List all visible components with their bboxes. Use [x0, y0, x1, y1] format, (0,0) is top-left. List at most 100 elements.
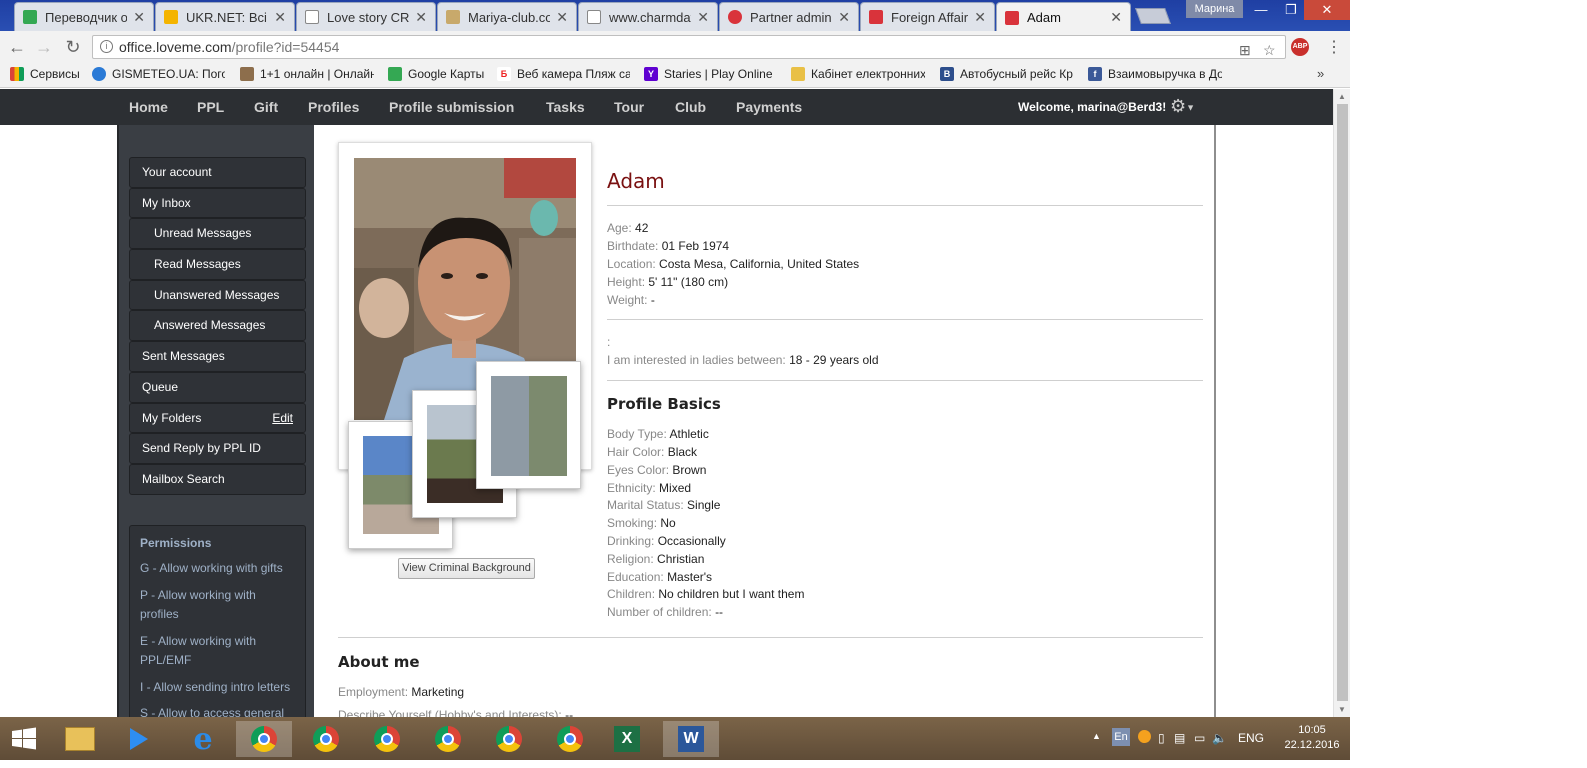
back-icon[interactable]: ←	[6, 36, 28, 58]
bookmark-item[interactable]: Y Staries | Play Online -	[644, 67, 776, 81]
internet-explorer-icon[interactable]: e	[175, 721, 231, 757]
scrollbar-thumb[interactable]	[1337, 104, 1348, 701]
media-player-icon[interactable]	[110, 721, 166, 757]
photo-thumbnail[interactable]	[476, 361, 581, 489]
profile-user-button[interactable]: Марина	[1186, 0, 1243, 18]
chrome-taskbar-icon[interactable]	[359, 721, 415, 757]
nav-payments[interactable]: Payments	[736, 99, 802, 115]
nav-club[interactable]: Club	[675, 99, 706, 115]
bookmark-item[interactable]: B Автобусный рейс Кр	[940, 67, 1073, 81]
sidebar-item-unread-messages[interactable]: Unread Messages	[129, 218, 306, 250]
browser-tab-active[interactable]: Adam ✕	[996, 2, 1131, 32]
permissions-panel: Permissions G - Allow working with gifts…	[129, 525, 306, 717]
network-icon[interactable]: ▤	[1174, 731, 1185, 745]
chrome-icon	[496, 726, 522, 752]
nav-profiles[interactable]: Profiles	[308, 99, 359, 115]
nav-gift[interactable]: Gift	[254, 99, 278, 115]
more-bookmarks-icon[interactable]: »	[1317, 66, 1324, 81]
sidebar-item-read-messages[interactable]: Read Messages	[129, 249, 306, 280]
file-explorer-icon[interactable]	[52, 721, 108, 757]
new-tab-button[interactable]	[1135, 8, 1171, 24]
chrome-taskbar-icon[interactable]	[298, 721, 354, 757]
close-tab-icon[interactable]: ✕	[556, 9, 568, 26]
chrome-taskbar-icon[interactable]	[542, 721, 598, 757]
bookmark-item[interactable]: Google Карты	[388, 67, 484, 81]
sidebar-item-queue[interactable]: Queue	[129, 371, 306, 403]
volume-icon[interactable]: 🔈	[1212, 731, 1227, 745]
chrome-taskbar-icon[interactable]	[481, 721, 537, 757]
battery-icon[interactable]: ▯	[1158, 731, 1165, 745]
sidebar-item-my-folders[interactable]: My Folders Edit	[129, 402, 306, 434]
bookmark-item[interactable]: Кабінет електронних	[791, 67, 925, 81]
chrome-taskbar-icon[interactable]	[420, 721, 476, 757]
tab-favicon-icon	[728, 10, 742, 24]
browser-tab[interactable]: Mariya-club.co ✕	[437, 2, 577, 31]
bookmark-item[interactable]: GISMETEO.UA: Погод	[92, 67, 225, 81]
sidebar-item-send-reply-by-ppl-id[interactable]: Send Reply by PPL ID	[129, 433, 306, 464]
close-tab-icon[interactable]: ✕	[838, 9, 850, 26]
nav-tour[interactable]: Tour	[614, 99, 644, 115]
sidebar-item-unanswered-messages[interactable]: Unanswered Messages	[129, 279, 306, 311]
sidebar-item-your-account[interactable]: Your account	[129, 157, 306, 188]
nav-ppl[interactable]: PPL	[197, 99, 224, 115]
chrome-taskbar-icon[interactable]	[236, 721, 292, 757]
browser-menu-icon[interactable]: ⋮	[1326, 37, 1342, 57]
permission-item: E - Allow working with PPL/EMF	[140, 633, 257, 668]
close-tab-icon[interactable]: ✕	[274, 9, 286, 26]
minimize-icon[interactable]: —	[1246, 0, 1276, 20]
close-tab-icon[interactable]: ✕	[974, 9, 986, 26]
avast-icon[interactable]	[1138, 730, 1151, 743]
site-info-icon[interactable]: i	[100, 40, 113, 53]
view-criminal-background-button[interactable]: View Criminal Background	[398, 558, 535, 579]
browser-tab[interactable]: Love story CRM ✕	[296, 2, 436, 31]
word-icon[interactable]: W	[663, 721, 719, 757]
gear-icon[interactable]: ⚙▼	[1170, 96, 1195, 117]
show-hidden-icons-icon[interactable]: ▲	[1092, 731, 1101, 741]
maximize-icon[interactable]: ❐	[1276, 0, 1306, 20]
sidebar-item-answered-messages[interactable]: Answered Messages	[129, 310, 306, 342]
nav-profile-submission[interactable]: Profile submission	[389, 99, 514, 115]
tv-icon	[240, 67, 254, 81]
close-tab-icon[interactable]: ✕	[133, 9, 145, 26]
close-tab-icon[interactable]: ✕	[697, 9, 709, 26]
edit-folders-link[interactable]: Edit	[272, 404, 293, 433]
nav-tasks[interactable]: Tasks	[546, 99, 585, 115]
browser-tab[interactable]: Foreign Affair ✕	[860, 2, 995, 31]
translate-icon[interactable]: ⊞	[1239, 39, 1251, 61]
page-scrollbar[interactable]: ▲ ▼	[1333, 89, 1350, 717]
language-bar-indicator[interactable]: En	[1112, 728, 1130, 746]
bookmark-item[interactable]: Сервисы	[10, 67, 80, 81]
browser-tab[interactable]: Переводчик о ✕	[14, 2, 154, 31]
bookmark-star-icon[interactable]: ☆	[1263, 39, 1276, 61]
about-row: Employment: Marketing	[338, 685, 464, 699]
close-tab-icon[interactable]: ✕	[415, 9, 427, 26]
scroll-up-icon[interactable]: ▲	[1338, 92, 1346, 101]
tray-display-icon[interactable]: ▭	[1194, 731, 1205, 745]
reload-icon[interactable]: ↻	[62, 36, 84, 58]
detail-label: Birthdate:	[607, 239, 659, 253]
detail-value: 42	[635, 221, 649, 235]
sidebar-item-sent-messages[interactable]: Sent Messages	[129, 341, 306, 372]
permission-item: G - Allow working with gifts	[140, 561, 283, 575]
adblock-icon[interactable]: ABP	[1291, 38, 1309, 56]
url-input[interactable]: i office.loveme.com/profile?id=54454 ⊞ ☆	[92, 35, 1286, 59]
scroll-down-icon[interactable]: ▼	[1338, 705, 1346, 714]
sidebar-item-my-inbox[interactable]: My Inbox	[129, 187, 306, 219]
excel-icon[interactable]: X	[599, 721, 655, 757]
bookmark-item[interactable]: Б Веб камера Пляж са	[497, 67, 630, 81]
basic-row: Smoking: No	[607, 516, 676, 530]
detail-value: Christian	[657, 552, 705, 566]
forward-icon[interactable]: →	[33, 36, 55, 58]
input-language[interactable]: ENG	[1238, 731, 1264, 745]
window-close-icon[interactable]: ✕	[1304, 0, 1350, 20]
browser-tab[interactable]: UKR.NET: Всі н ✕	[155, 2, 295, 31]
close-tab-icon[interactable]: ✕	[1110, 9, 1122, 26]
windows-start-icon[interactable]	[0, 717, 48, 760]
taskbar-clock[interactable]: 10:05 22.12.2016	[1277, 723, 1347, 753]
browser-tab[interactable]: www.charmdat ✕	[578, 2, 718, 31]
bookmark-item[interactable]: f Взаимовыручка в До	[1088, 67, 1222, 81]
bookmark-item[interactable]: 1+1 онлайн | Онлайн	[240, 67, 374, 81]
browser-tab[interactable]: Partner admin ✕	[719, 2, 859, 31]
sidebar-item-mailbox-search[interactable]: Mailbox Search	[129, 463, 306, 495]
nav-home[interactable]: Home	[129, 99, 168, 115]
